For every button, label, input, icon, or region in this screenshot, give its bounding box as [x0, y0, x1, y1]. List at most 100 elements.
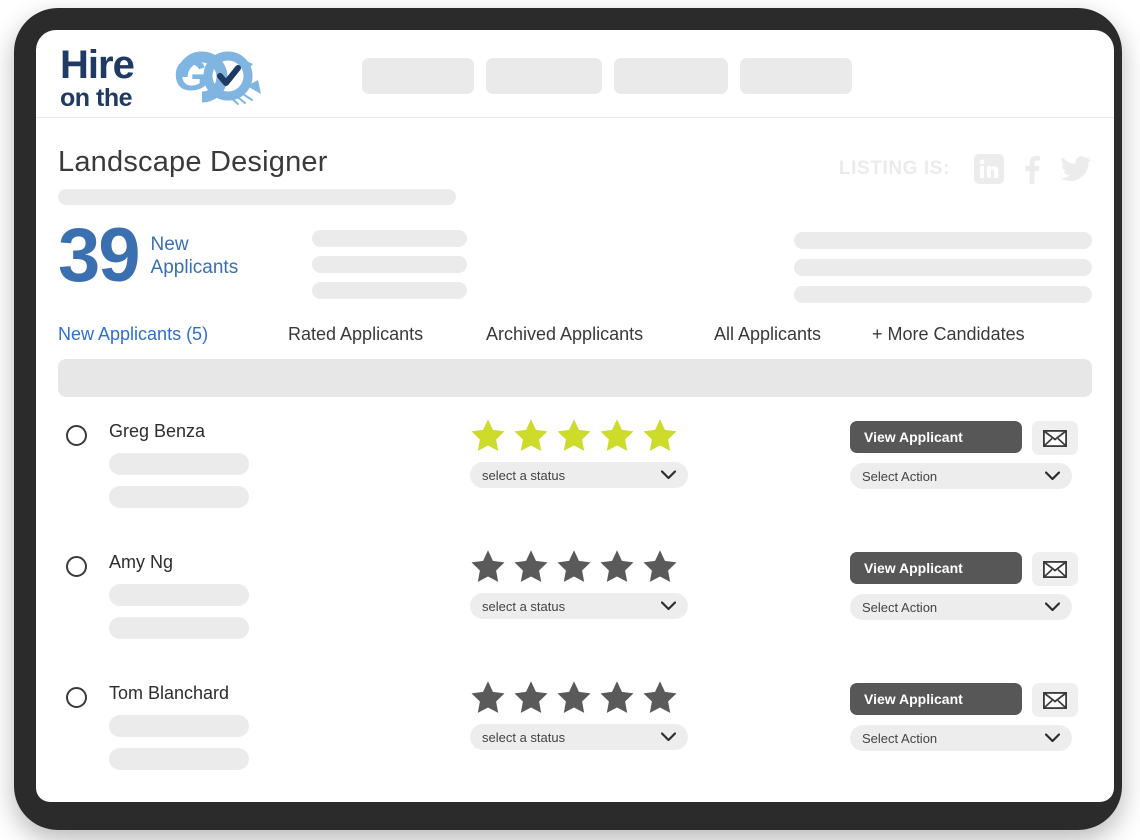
chevron-down-icon [1045, 733, 1060, 743]
applicant-row: Tom Blanchard select a status View Appli… [58, 675, 1092, 802]
star-icon[interactable] [556, 548, 592, 584]
star-rating[interactable] [470, 548, 702, 584]
nav-placeholder-3[interactable] [614, 58, 728, 94]
star-icon[interactable] [556, 679, 592, 715]
applicant-stats-row: 39 New Applicants [58, 218, 1092, 314]
applicant-row: Greg Benza select a status View Applican… [58, 413, 1092, 544]
listing-is-label: LISTING IS: [838, 158, 950, 179]
stat-caption-line1: New [150, 234, 189, 255]
tab-more-candidates[interactable]: + More Candidates [872, 324, 1052, 345]
screenshot-stage: Hire on the G Landscape Designer LISTING… [0, 0, 1140, 840]
nav-placeholder-1[interactable] [362, 58, 474, 94]
status-dropdown-label: select a status [482, 467, 566, 483]
applicant-name: Amy Ng [109, 552, 174, 572]
applicant-rating-column: select a status [470, 548, 702, 619]
applicant-tabs: New Applicants (5) Rated Applicants Arch… [58, 324, 1092, 345]
star-rating[interactable] [470, 679, 702, 715]
status-dropdown[interactable]: select a status [470, 462, 688, 488]
star-icon[interactable] [470, 679, 506, 715]
tab-new-applicants[interactable]: New Applicants (5) [58, 324, 288, 345]
star-icon[interactable] [470, 417, 506, 453]
envelope-icon [1043, 691, 1067, 709]
star-rating[interactable] [470, 417, 702, 453]
listing-title-row: Landscape Designer LISTING IS: [58, 146, 1092, 208]
filter-placeholder-bar [58, 359, 1092, 397]
tab-archived-applicants[interactable]: Archived Applicants [486, 324, 714, 345]
header-nav-placeholders [362, 58, 852, 94]
status-dropdown[interactable]: select a status [470, 593, 688, 619]
new-applicant-caption: New Applicants [151, 233, 239, 279]
chevron-down-icon [661, 732, 676, 742]
star-icon[interactable] [599, 417, 635, 453]
stat-placeholder-bars [312, 230, 467, 308]
star-icon[interactable] [599, 679, 635, 715]
stat-bar-2 [312, 256, 467, 273]
envelope-icon [1043, 429, 1067, 447]
stat-bar-1 [312, 230, 467, 247]
email-applicant-button[interactable] [1032, 683, 1078, 717]
stat-bar-3 [312, 282, 467, 299]
applicant-action-column: View Applicant Select Action [850, 683, 1086, 751]
applicant-select-radio[interactable] [66, 687, 87, 708]
star-icon[interactable] [642, 679, 678, 715]
action-buttons: View Applicant [850, 421, 1086, 455]
logo-hire-text: Hire [60, 43, 135, 87]
logo-go-icon: G [174, 51, 261, 105]
brand-logo[interactable]: Hire on the G [60, 43, 270, 111]
action-dropdown-label: Select Action [862, 730, 938, 746]
applicant-name: Greg Benza [109, 421, 206, 441]
view-applicant-button[interactable]: View Applicant [850, 683, 1022, 715]
applicant-select-radio[interactable] [66, 556, 87, 577]
tab-rated-applicants[interactable]: Rated Applicants [288, 324, 486, 345]
action-dropdown[interactable]: Select Action [850, 594, 1072, 620]
applicant-detail-bar-2 [109, 748, 249, 770]
nav-placeholder-4[interactable] [740, 58, 852, 94]
status-dropdown-label: select a status [482, 598, 566, 614]
title-placeholder-bar [58, 189, 456, 205]
social-share-icons [974, 154, 1092, 184]
star-icon[interactable] [513, 417, 549, 453]
logo-wordmark: Hire on the [60, 43, 135, 111]
tablet-screen: Hire on the G Landscape Designer LISTING… [36, 30, 1114, 802]
email-applicant-button[interactable] [1032, 552, 1078, 586]
svg-text:G: G [174, 51, 208, 100]
applicant-detail-bar-1 [109, 715, 249, 737]
status-dropdown-label: select a status [482, 729, 566, 745]
action-dropdown[interactable]: Select Action [850, 725, 1072, 751]
applicant-detail-bar-2 [109, 486, 249, 508]
applicant-select-radio[interactable] [66, 425, 87, 446]
app-header: Hire on the G [36, 30, 1114, 118]
chevron-down-icon [1045, 471, 1060, 481]
applicant-detail-bar-2 [109, 617, 249, 639]
applicant-row: Amy Ng select a status View Applicant Se… [58, 544, 1092, 675]
action-dropdown[interactable]: Select Action [850, 463, 1072, 489]
applicant-name: Tom Blanchard [109, 683, 230, 703]
view-applicant-button[interactable]: View Applicant [850, 421, 1022, 453]
twitter-icon[interactable] [1060, 155, 1092, 183]
action-buttons: View Applicant [850, 683, 1086, 717]
applicant-detail-bar-1 [109, 453, 249, 475]
applicant-rating-column: select a status [470, 679, 702, 750]
tab-all-applicants[interactable]: All Applicants [714, 324, 872, 345]
linkedin-icon[interactable] [974, 154, 1004, 184]
right-bar-2 [794, 259, 1092, 276]
star-icon[interactable] [642, 548, 678, 584]
star-icon[interactable] [599, 548, 635, 584]
star-icon[interactable] [513, 548, 549, 584]
facebook-icon[interactable] [1022, 154, 1042, 184]
view-applicant-button[interactable]: View Applicant [850, 552, 1022, 584]
right-bar-3 [794, 286, 1092, 303]
right-bar-1 [794, 232, 1092, 249]
applicant-info: Tom Blanchard [109, 675, 349, 770]
nav-placeholder-2[interactable] [486, 58, 602, 94]
applicant-info: Greg Benza [109, 413, 349, 508]
email-applicant-button[interactable] [1032, 421, 1078, 455]
applicant-action-column: View Applicant Select Action [850, 421, 1086, 489]
star-icon[interactable] [556, 417, 592, 453]
new-applicant-count: 39 [58, 213, 141, 298]
status-dropdown[interactable]: select a status [470, 724, 688, 750]
right-placeholder-bars [794, 232, 1092, 313]
star-icon[interactable] [642, 417, 678, 453]
star-icon[interactable] [513, 679, 549, 715]
star-icon[interactable] [470, 548, 506, 584]
